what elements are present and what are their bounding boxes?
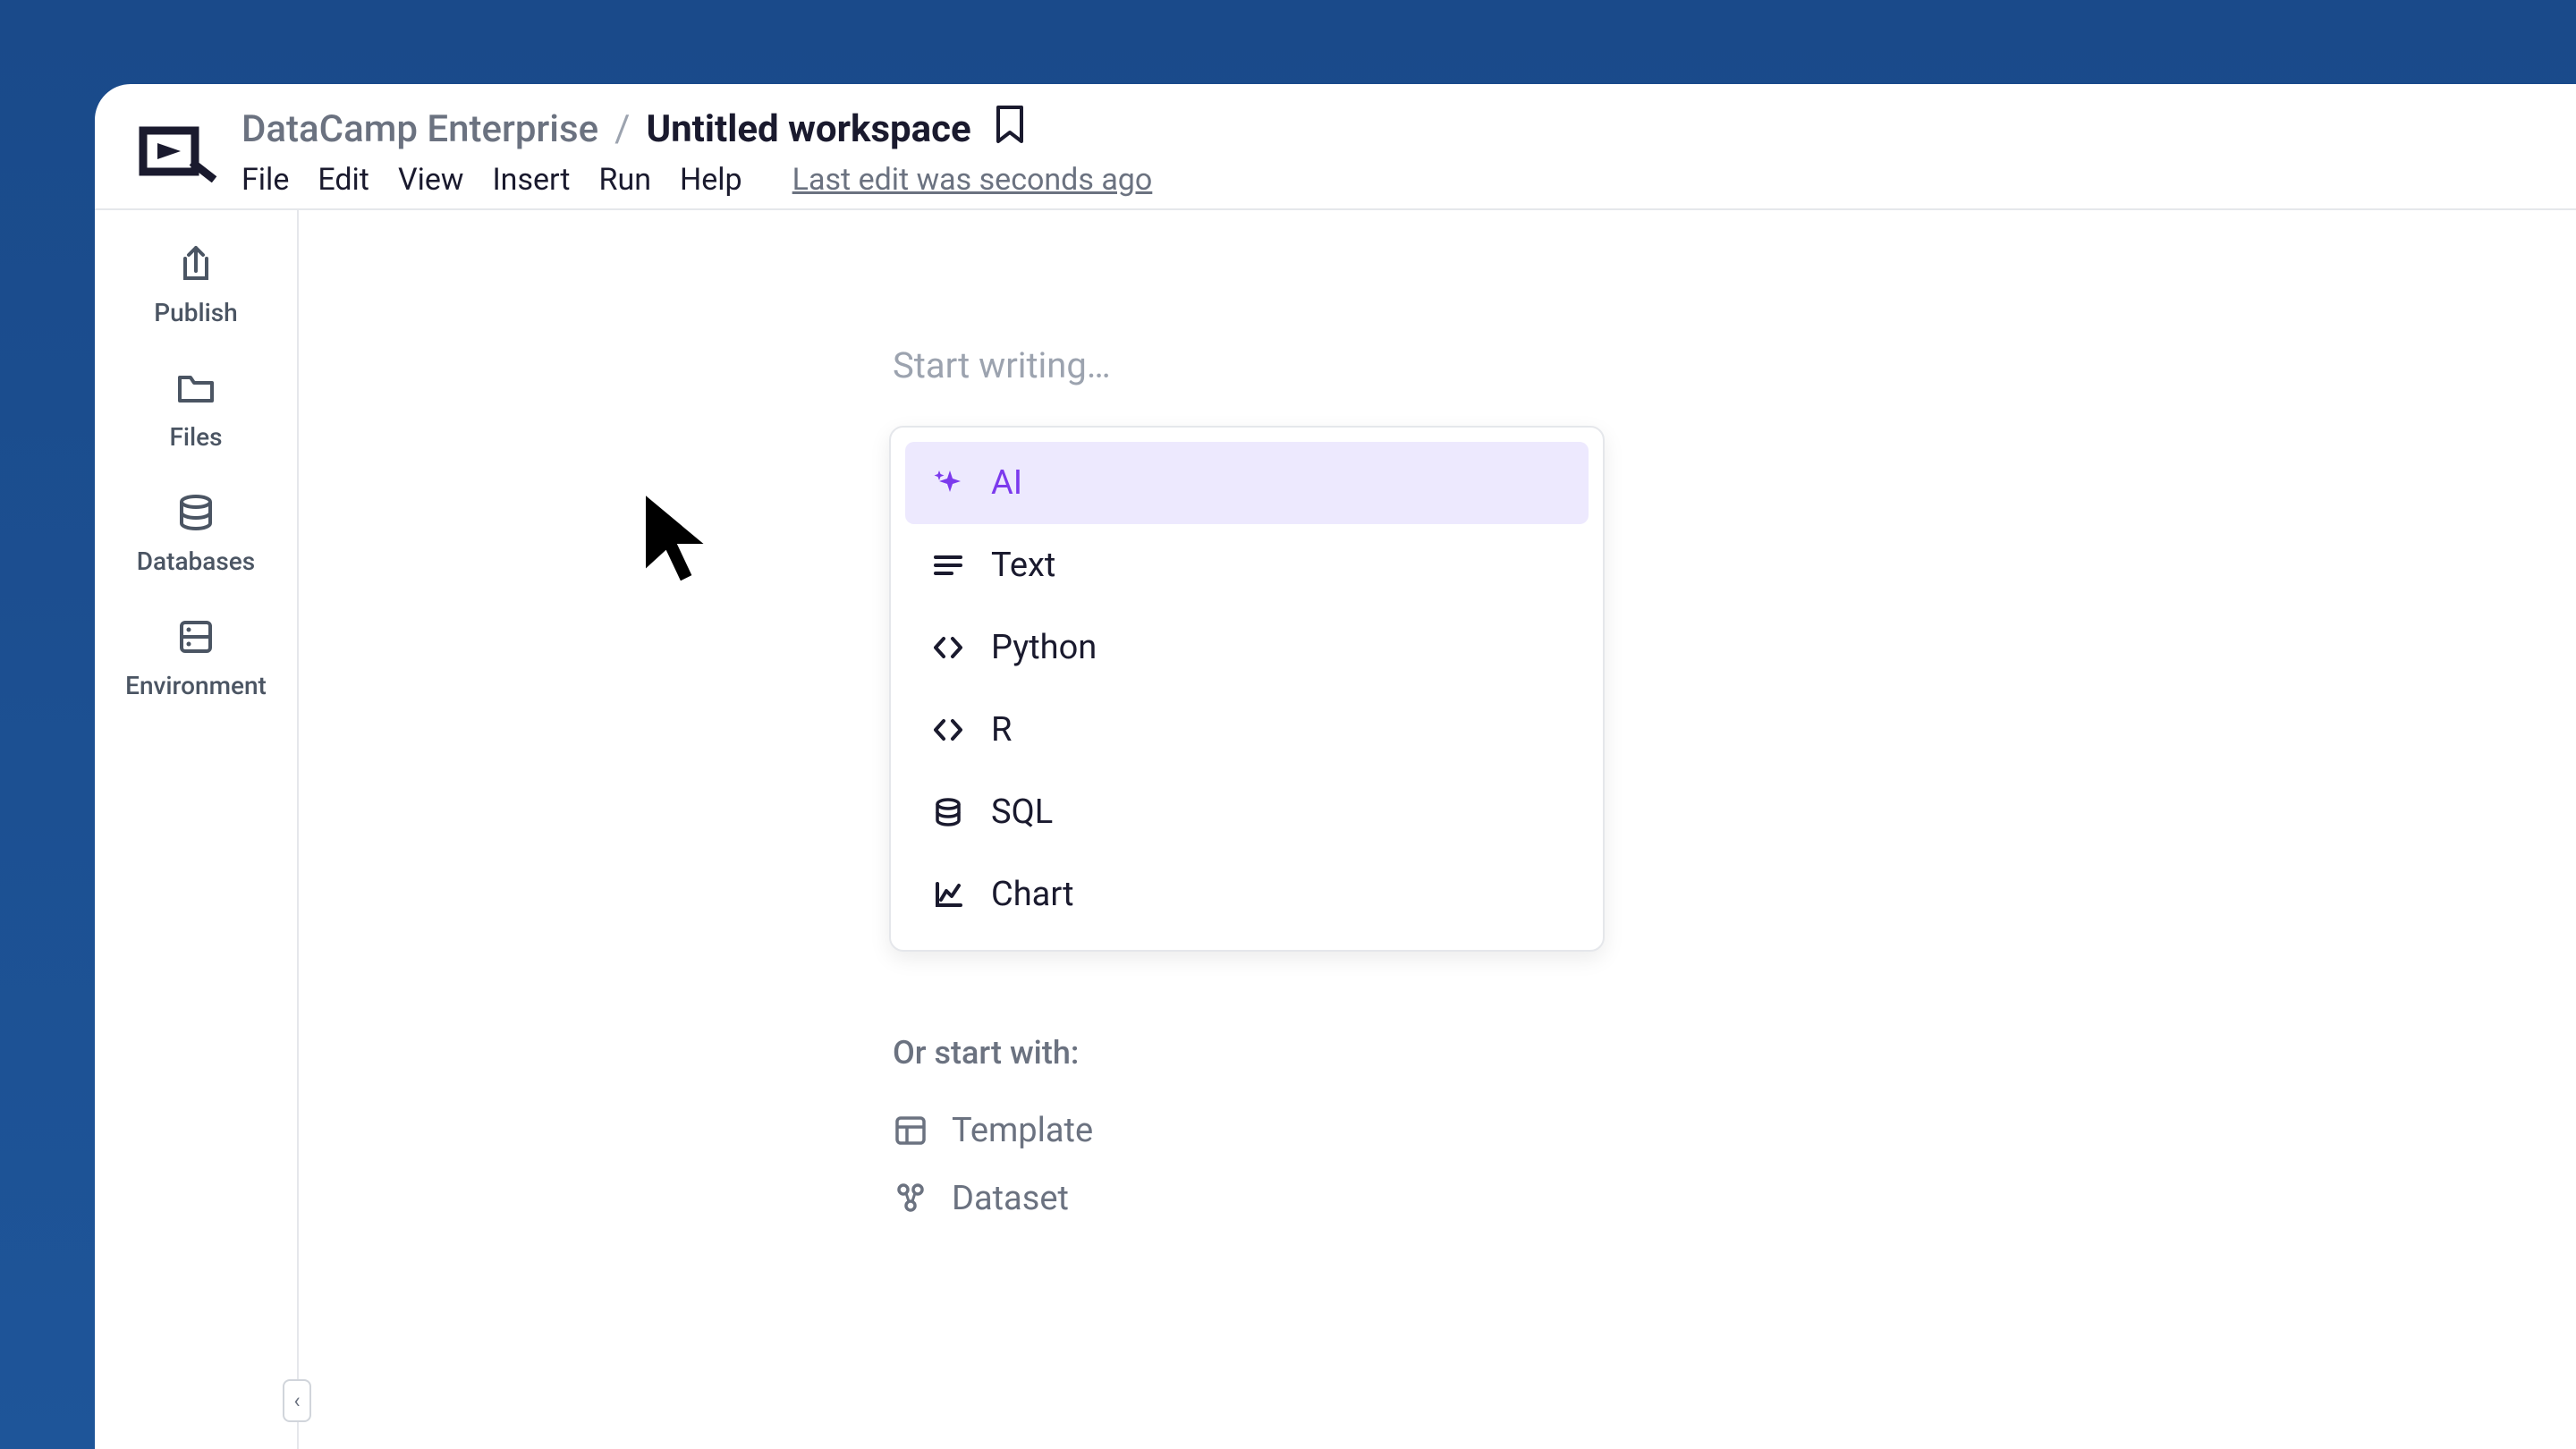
chart-icon bbox=[930, 878, 966, 911]
dropdown-item-ai[interactable]: AI bbox=[905, 442, 1589, 524]
code-icon bbox=[930, 631, 966, 664]
main-content: Start writing… AI bbox=[299, 210, 2576, 1449]
workspace-title[interactable]: Untitled workspace bbox=[646, 107, 970, 151]
start-with-item-label: Template bbox=[952, 1111, 1093, 1150]
text-lines-icon bbox=[930, 549, 966, 581]
code-icon bbox=[930, 714, 966, 746]
dropdown-item-sql[interactable]: SQL bbox=[905, 771, 1589, 853]
server-icon bbox=[174, 615, 217, 662]
database-icon bbox=[930, 796, 966, 828]
datacamp-logo-icon bbox=[132, 120, 218, 182]
sidebar-item-label: Files bbox=[169, 422, 222, 452]
dropdown-item-label: Chart bbox=[991, 875, 1074, 914]
org-name[interactable]: DataCamp Enterprise bbox=[242, 107, 598, 151]
sidebar-item-files[interactable]: Files bbox=[169, 367, 222, 452]
last-edit-status[interactable]: Last edit was seconds ago bbox=[792, 162, 1153, 198]
menu-insert[interactable]: Insert bbox=[492, 162, 570, 198]
start-with-template[interactable]: Template bbox=[893, 1097, 2576, 1165]
folder-icon bbox=[174, 367, 217, 413]
dropdown-item-label: AI bbox=[991, 463, 1022, 503]
start-with-item-label: Dataset bbox=[952, 1179, 1069, 1218]
block-type-dropdown: AI Text bbox=[889, 426, 1605, 952]
start-with-dataset[interactable]: Dataset bbox=[893, 1165, 2576, 1233]
sparkle-icon bbox=[930, 467, 966, 499]
start-with-label: Or start with: bbox=[893, 1034, 2576, 1072]
dropdown-item-r[interactable]: R bbox=[905, 689, 1589, 771]
start-with-section: Or start with: Template bbox=[893, 1034, 2576, 1233]
dropdown-item-python[interactable]: Python bbox=[905, 606, 1589, 689]
sidebar-item-label: Databases bbox=[137, 547, 255, 576]
dropdown-item-chart[interactable]: Chart bbox=[905, 853, 1589, 936]
sidebar-item-databases[interactable]: Databases bbox=[137, 491, 255, 576]
menu-edit[interactable]: Edit bbox=[318, 162, 369, 198]
menu-file[interactable]: File bbox=[242, 162, 289, 198]
sidebar-item-publish[interactable]: Publish bbox=[154, 242, 237, 327]
start-writing-placeholder[interactable]: Start writing… bbox=[893, 344, 2576, 386]
dropdown-item-label: Python bbox=[991, 628, 1097, 667]
menubar: File Edit View Insert Run Help Last edit… bbox=[242, 162, 2540, 198]
dropdown-item-label: R bbox=[991, 710, 1012, 750]
breadcrumb-area: DataCamp Enterprise / Untitled workspace… bbox=[242, 104, 2540, 198]
app-window: DataCamp Enterprise / Untitled workspace… bbox=[95, 84, 2576, 1449]
body-area: Publish Files Databases bbox=[95, 208, 2576, 1449]
template-icon bbox=[893, 1113, 928, 1148]
database-icon bbox=[174, 491, 217, 538]
bookmark-icon[interactable] bbox=[993, 104, 1027, 155]
logo[interactable] bbox=[131, 115, 220, 187]
sidebar-item-label: Environment bbox=[125, 671, 267, 700]
sidebar-item-label: Publish bbox=[154, 298, 237, 327]
publish-icon bbox=[174, 242, 217, 289]
header: DataCamp Enterprise / Untitled workspace… bbox=[95, 84, 2576, 208]
dropdown-item-text[interactable]: Text bbox=[905, 524, 1589, 606]
sidebar-item-environment[interactable]: Environment bbox=[125, 615, 267, 700]
breadcrumb-separator: / bbox=[614, 107, 630, 151]
menu-view[interactable]: View bbox=[398, 162, 464, 198]
sidebar: Publish Files Databases bbox=[95, 210, 299, 1449]
dataset-icon bbox=[893, 1181, 928, 1216]
menu-run[interactable]: Run bbox=[599, 162, 651, 198]
dropdown-item-label: Text bbox=[991, 546, 1055, 585]
dropdown-item-label: SQL bbox=[991, 792, 1053, 832]
breadcrumb: DataCamp Enterprise / Untitled workspace bbox=[242, 104, 2540, 155]
menu-help[interactable]: Help bbox=[680, 162, 742, 198]
